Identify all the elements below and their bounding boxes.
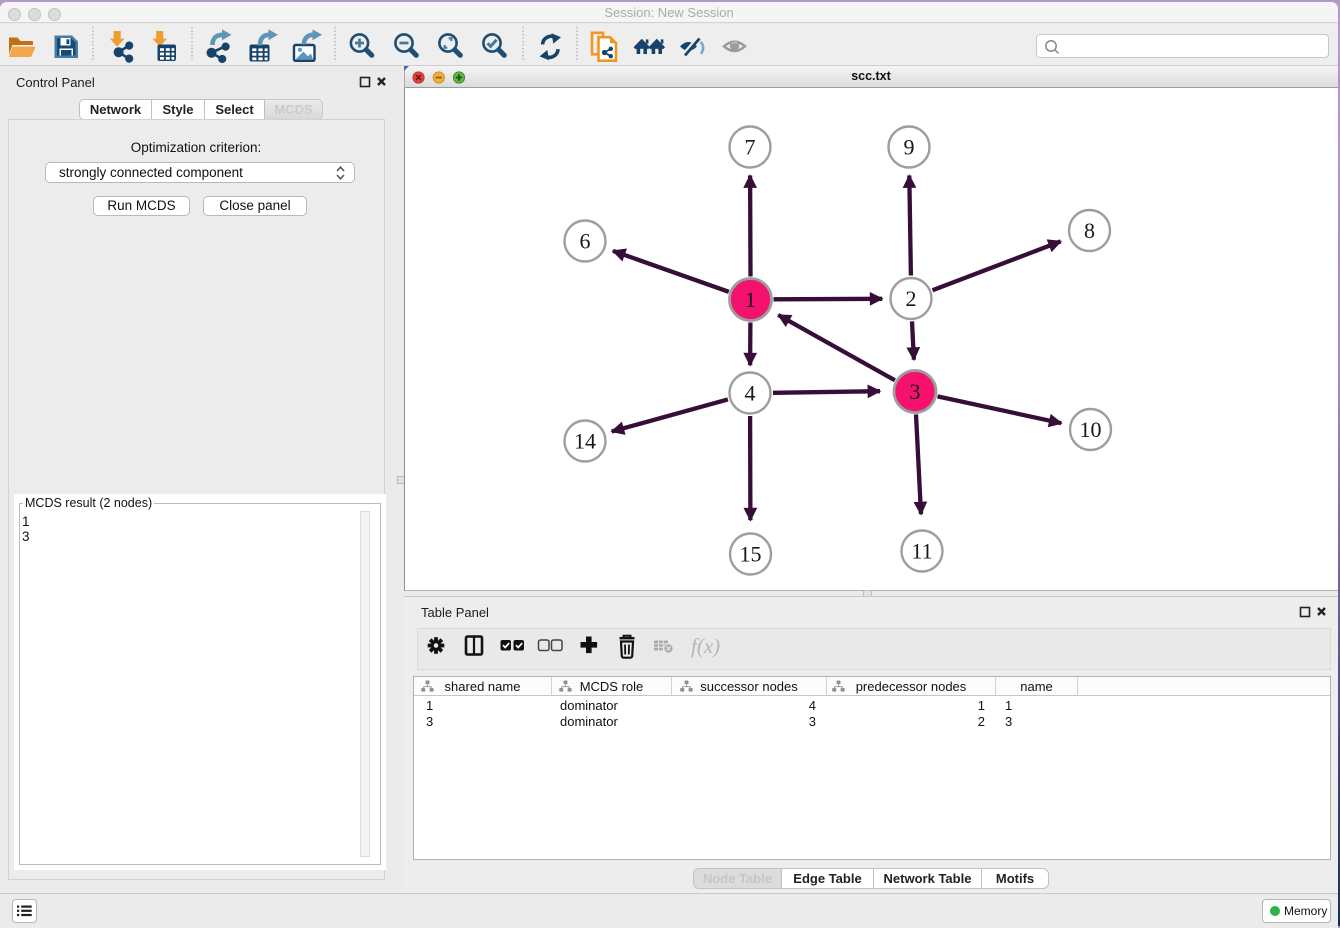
svg-text:f(x): f(x) [691,634,720,658]
svg-text:2: 2 [906,286,917,311]
svg-text:15: 15 [740,541,762,566]
svg-text:11: 11 [911,538,932,563]
svg-text:1: 1 [745,287,756,312]
svg-text:9: 9 [904,134,915,159]
svg-text:6: 6 [580,228,591,253]
svg-text:4: 4 [745,380,756,405]
svg-text:7: 7 [745,134,756,159]
svg-text:8: 8 [1084,218,1095,243]
svg-text:14: 14 [574,428,596,453]
svg-text:10: 10 [1080,417,1102,442]
svg-text:3: 3 [910,379,921,404]
